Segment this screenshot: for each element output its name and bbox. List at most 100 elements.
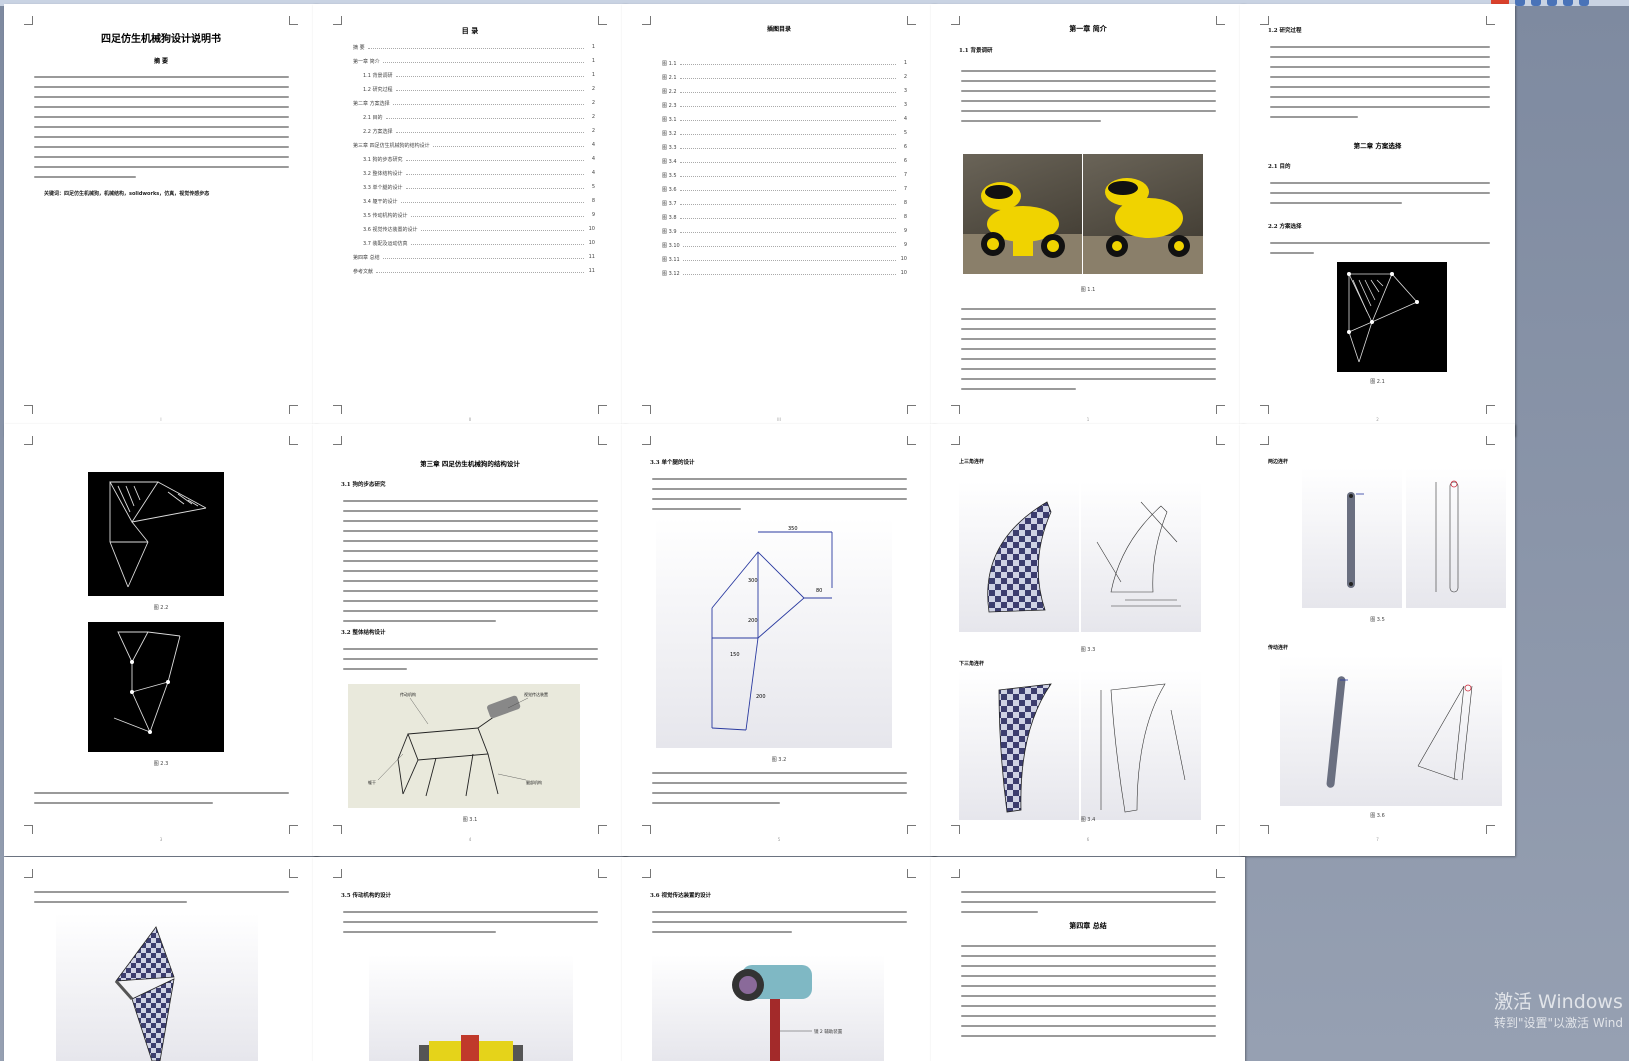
toc-leader [679, 145, 896, 149]
toc-entry[interactable]: 图 3.10 9 [662, 238, 907, 252]
watermark-line1: 激活 Windows [1493, 991, 1623, 1013]
toc-entry-label: 3.4 躯干的设计 [363, 198, 398, 205]
toc-entry[interactable]: 3.5 传动机构的设计 9 [353, 208, 595, 222]
toc-leader [367, 45, 584, 49]
page-5-chapter2[interactable]: 1.2 研究过程 第二章 方案选择 2.1 目的 2.2 方案选择 图 2.1 … [1240, 4, 1515, 436]
toc-entry-label: 图 2.2 [662, 88, 677, 95]
toc-entry-label: 图 2.1 [662, 74, 677, 81]
toc-entry[interactable]: 图 3.3 6 [662, 140, 907, 154]
save-icon[interactable] [1515, 0, 1525, 6]
toc-entry[interactable]: 图 3.1 4 [662, 112, 907, 126]
drive-link-render [1280, 656, 1394, 806]
toc-entry[interactable]: 图 3.2 5 [662, 126, 907, 140]
toc-entry[interactable]: 图 3.4 6 [662, 154, 907, 168]
toc-entry[interactable]: 2.2 方案选择 2 [353, 124, 595, 138]
page-10-links[interactable]: 两边连杆 图 3.5 传动连杆 图 3.6 7 [1240, 424, 1515, 856]
section-3-3: 3.3 单个腿的设计 [650, 460, 695, 466]
toc-entry[interactable]: 图 3.9 9 [662, 224, 907, 238]
toc-entry[interactable]: 图 1.1 1 [662, 56, 907, 70]
toc-entry[interactable]: 图 3.5 7 [662, 168, 907, 182]
toc-entry-label: 图 3.6 [662, 186, 677, 193]
toc-entry[interactable]: 图 3.7 8 [662, 196, 907, 210]
page-2-toc[interactable]: 目 录 摘 要 1 第一章 简介 1 1.1 背景调研 1 1.2 研究过程 2 第二章 方案选… [313, 4, 627, 436]
toc-page-number: 10 [900, 256, 907, 262]
toc-entry[interactable]: 3.6 视觉传达装置的设计 10 [353, 222, 595, 236]
redo-icon[interactable] [1547, 0, 1557, 6]
toc-entry-label: 摘 要 [353, 44, 365, 51]
figure-caption-3-6: 图 3.6 [1370, 813, 1385, 819]
toc-entry[interactable]: 第一章 简介 1 [353, 54, 595, 68]
toc-entry[interactable]: 1.2 研究过程 2 [353, 82, 595, 96]
toc-entry[interactable]: 第二章 方案选择 2 [353, 96, 595, 110]
toc-entry[interactable]: 图 2.1 2 [662, 70, 907, 84]
toc-entry[interactable]: 第四章 总结 11 [353, 250, 595, 264]
toc-page-number: 1 [903, 60, 907, 66]
toc-entry[interactable]: 第三章 四足仿生机械狗的结构设计 4 [353, 138, 595, 152]
toc-entry-label: 图 3.9 [662, 228, 677, 235]
page-6-diagrams[interactable]: 图 2.2 图 2.3 3 [4, 424, 318, 856]
share-icon[interactable] [1579, 0, 1589, 6]
lower-triangle-link-heading: 下三角连杆 [959, 661, 985, 667]
toc-entry[interactable]: 1.1 背景调研 1 [353, 68, 595, 82]
toc-page-number: 2 [591, 86, 595, 92]
toc-page-number: 8 [903, 200, 907, 206]
toc-entry[interactable]: 3.3 单个腿的设计 5 [353, 180, 595, 194]
toc-entry[interactable]: 图 3.6 7 [662, 182, 907, 196]
paragraph [343, 911, 598, 941]
toc-entry[interactable]: 摘 要 1 [353, 40, 595, 54]
toc-entry[interactable]: 图 3.11 10 [662, 252, 907, 266]
toc-entry-label: 3.2 整体结构设计 [363, 170, 403, 177]
toc-entry-label: 3.6 视觉传达装置的设计 [363, 226, 418, 233]
toc-page-number: 3 [903, 88, 907, 94]
toc-leader [679, 229, 896, 233]
toc-leader [395, 129, 584, 133]
toc-page-number: 4 [591, 142, 595, 148]
page-14-chapter4[interactable]: 第四章 总结 [931, 857, 1245, 1061]
page-1[interactable]: 四足仿生机械狗设计说明书 摘 要 关键词：四足仿生机械狗，机械结构，solidw… [4, 4, 318, 436]
toc-page-number: 1 [591, 44, 595, 50]
page-12-transmission[interactable]: 3.5 传动机构的设计 [313, 857, 627, 1061]
toc-leader [376, 269, 584, 273]
toc-entry[interactable]: 3.1 狗的步态研究 4 [353, 152, 595, 166]
toc-entry[interactable]: 3.4 躯干的设计 8 [353, 194, 595, 208]
toc-leader [682, 257, 896, 261]
toc-entry[interactable]: 参考文献 11 [353, 264, 595, 278]
toc-entry-label: 图 3.2 [662, 130, 677, 137]
toc-entry-label: 图 3.7 [662, 200, 677, 207]
page-13-vision[interactable]: 3.6 视觉传达装置的设计 镜 2 辅助装置 [622, 857, 936, 1061]
toc-leader [395, 87, 584, 91]
toc-entry[interactable]: 3.7 装配及运动仿真 10 [353, 236, 595, 250]
toc-entry[interactable]: 2.1 目的 2 [353, 110, 595, 124]
drive-link-heading: 传动连杆 [1268, 645, 1289, 651]
page-7-chapter3[interactable]: 第三章 四足仿生机械狗的结构设计 3.1 狗的步态研究 3.2 整体结构设计 传… [313, 424, 627, 856]
dim-200b: 200 [756, 694, 766, 700]
toc-entry[interactable]: 图 3.8 8 [662, 210, 907, 224]
toc-entry[interactable]: 图 2.3 3 [662, 98, 907, 112]
toc-entry[interactable]: 图 2.2 3 [662, 84, 907, 98]
section-3-5: 3.5 传动机构的设计 [341, 893, 391, 899]
toc-leader [679, 131, 896, 135]
toc-leader [679, 61, 896, 65]
upper-triangle-link-render [959, 482, 1079, 632]
linkage-diagram-2-1 [1337, 262, 1447, 372]
toc-leader [679, 215, 896, 219]
toc-page-number: 2 [591, 100, 595, 106]
toc-list: 摘 要 1 第一章 简介 1 1.1 背景调研 1 1.2 研究过程 2 第二章 方案选择 2 2.… [353, 40, 595, 278]
undo-icon[interactable] [1531, 0, 1541, 6]
toc-entry[interactable]: 3.2 整体结构设计 4 [353, 166, 595, 180]
page-9-links[interactable]: 上三角连杆 图 3.3 下三角连杆 图 3.4 6 [931, 424, 1245, 856]
toc-leader [679, 201, 896, 205]
toc-entry[interactable]: 图 3.12 10 [662, 266, 907, 280]
toc-page-number: 3 [903, 102, 907, 108]
figure-caption-2-3: 图 2.3 [153, 761, 169, 767]
page-3-figure-list[interactable]: 插图目录 图 1.1 1 图 2.1 2 图 2.2 3 图 2.3 3 图 3.1 4 图 3.2… [622, 4, 936, 436]
print-icon[interactable] [1563, 0, 1573, 6]
page-4-chapter1[interactable]: 第一章 简介 1.1 背景调研 图 1.1 1 [931, 4, 1245, 436]
toc-leader [432, 143, 584, 147]
toc-entry-label: 图 2.3 [662, 102, 677, 109]
page-8-leg-design[interactable]: 3.3 单个腿的设计 350 300 80 200 150 200 图 3.2 [622, 424, 936, 856]
transmission-render [369, 955, 573, 1061]
page-11[interactable] [4, 857, 318, 1061]
toc-entry-label: 图 3.3 [662, 144, 677, 151]
keywords: 关键词：四足仿生机械狗，机械结构，solidworks，仿真，视觉传感步态 [44, 191, 210, 197]
